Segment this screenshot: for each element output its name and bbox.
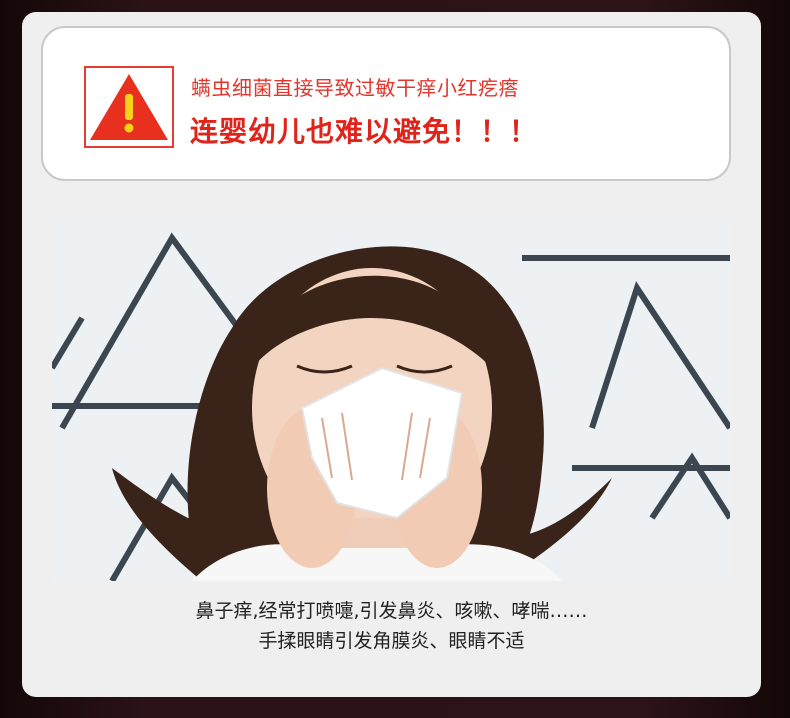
page: 螨虫细菌直接导致过敏干痒小红疙瘩 连婴幼儿也难以避免！！！ 鼻子痒,经常打喷嚏,…: [0, 0, 790, 718]
caption-line-1: 鼻子痒,经常打喷嚏,引发鼻炎、咳嗽、哮喘……: [195, 600, 588, 622]
content-card: 螨虫细菌直接导致过敏干痒小红疙瘩 连婴幼儿也难以避免！！！ 鼻子痒,经常打喷嚏,…: [22, 12, 761, 697]
warning-headline: 连婴幼儿也难以避免！！！: [190, 115, 539, 148]
warning-subtitle: 螨虫细菌直接导致过敏干痒小红疙瘩: [191, 76, 519, 100]
caption-line-2: 手揉眼睛引发角膜炎、眼睛不适: [258, 630, 525, 652]
woman-sneezing-into-tissue-image: [52, 218, 730, 581]
warning-banner: 螨虫细菌直接导致过敏干痒小红疙瘩 连婴幼儿也难以避免！！！: [41, 26, 731, 181]
warning-triangle-icon: [84, 66, 174, 148]
